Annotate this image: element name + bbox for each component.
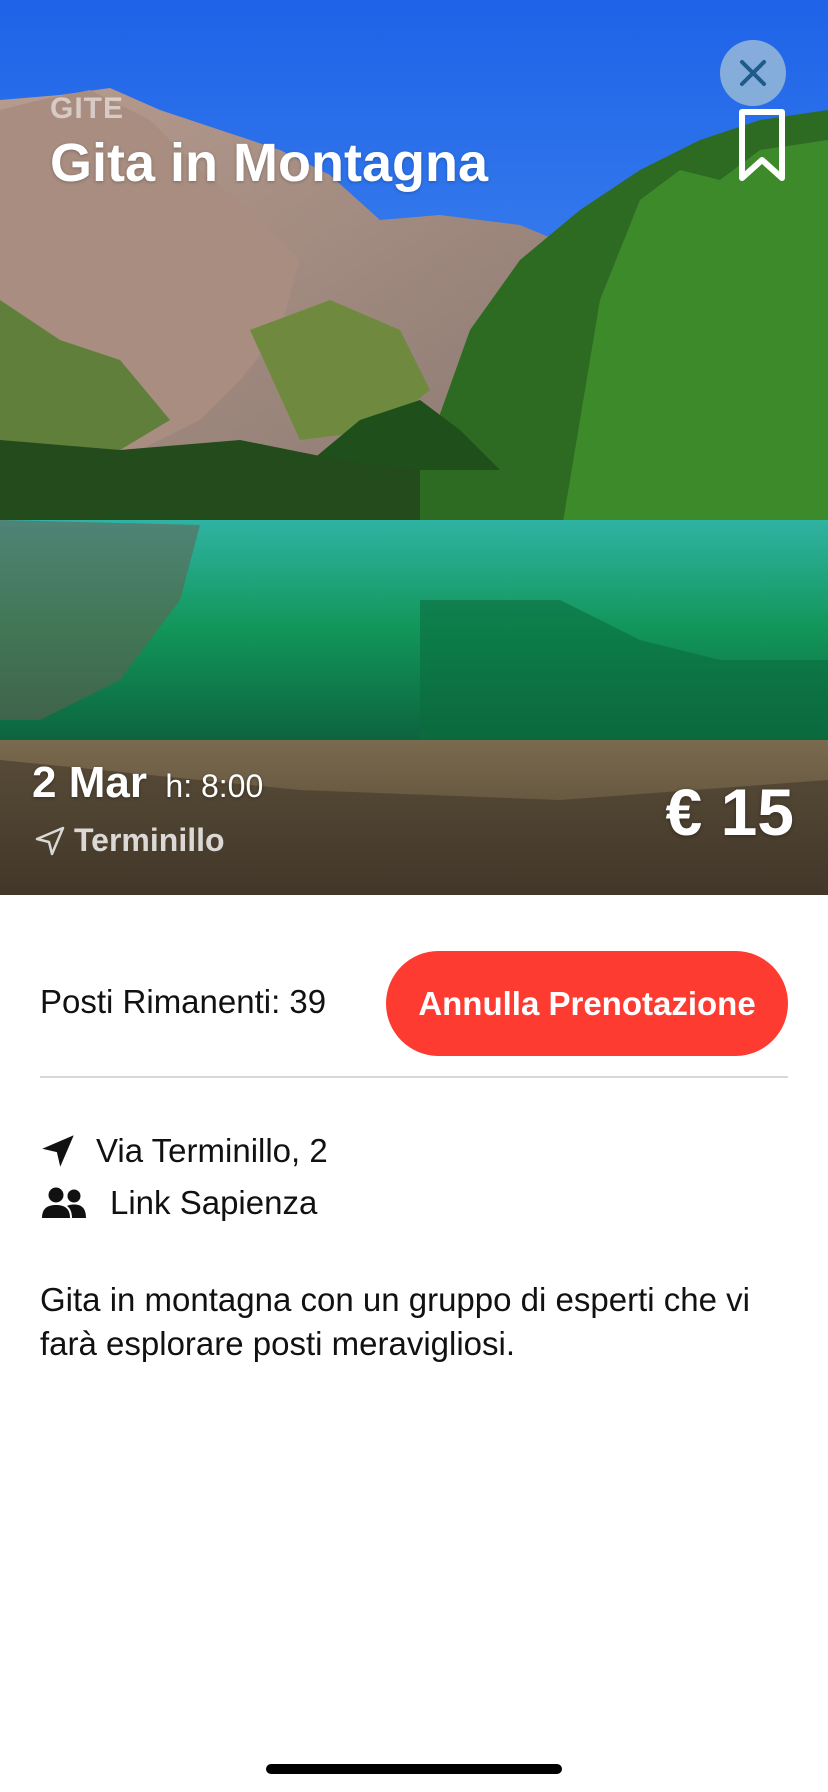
bookmark-icon	[739, 109, 785, 181]
divider	[40, 1076, 788, 1078]
event-time: h: 8:00	[165, 768, 264, 804]
cancel-booking-button[interactable]: Annulla Prenotazione	[386, 951, 788, 1056]
location-arrow-icon	[42, 1135, 74, 1167]
remaining-seats: Posti Rimanenti: 39	[40, 983, 327, 1020]
organizer-row: Link Sapienza	[40, 1184, 317, 1222]
people-icon	[42, 1187, 86, 1218]
close-icon	[740, 60, 766, 86]
event-title: Gita in Montagna	[50, 133, 488, 193]
address-row: Via Terminillo, 2	[40, 1132, 328, 1170]
event-description: Gita in montagna con un gruppo di espert…	[40, 1281, 750, 1362]
close-button[interactable]	[720, 40, 786, 106]
date-time-row: 2 Mar h: 8:00	[32, 758, 263, 808]
location-arrow-outline-icon	[35, 826, 65, 855]
event-price: € 15	[665, 775, 794, 849]
address-text: Via Terminillo, 2	[96, 1132, 328, 1169]
hero-image: GITE Gita in Montagna 2 Mar h: 8:00 Term…	[0, 0, 828, 895]
category-label: GITE	[50, 92, 125, 125]
event-location-row: Terminillo	[34, 822, 225, 859]
bookmark-button[interactable]	[738, 108, 786, 189]
event-date: 2 Mar	[32, 758, 147, 807]
home-indicator[interactable]	[266, 1764, 562, 1774]
organizer-text: Link Sapienza	[110, 1184, 318, 1221]
event-location: Terminillo	[74, 822, 225, 858]
